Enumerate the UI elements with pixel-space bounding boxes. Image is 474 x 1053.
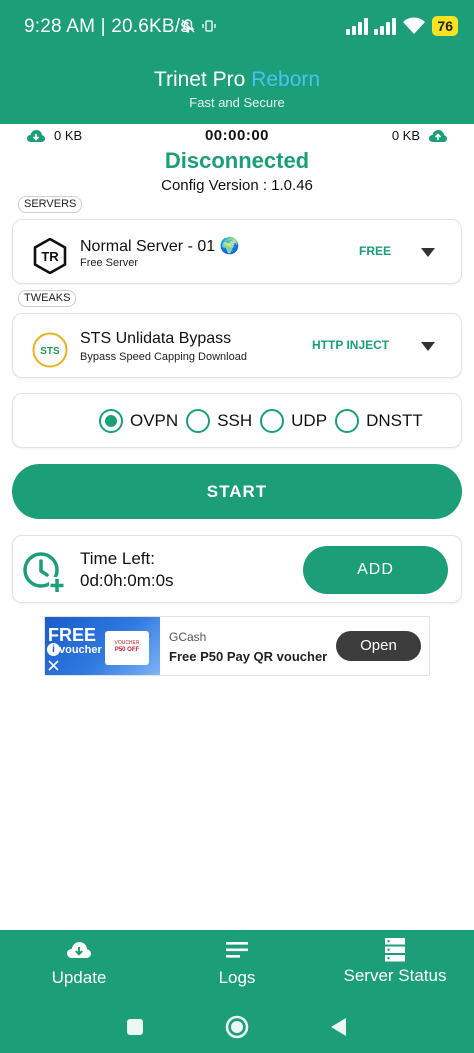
tweak-logo-text: STS bbox=[40, 346, 60, 357]
radio-udp[interactable]: UDP bbox=[260, 409, 327, 433]
start-button[interactable]: START bbox=[12, 464, 462, 519]
bottom-nav: Update Logs Server Status bbox=[0, 930, 474, 1053]
server-tag: FREE bbox=[359, 244, 392, 258]
app-header: 9:28 AM | 20.6KB/s 76 Trinet Pro Reborn … bbox=[0, 0, 474, 124]
radio-unselected-icon[interactable] bbox=[186, 409, 211, 433]
chevron-down-icon[interactable] bbox=[421, 342, 435, 351]
status-icons: 76 bbox=[346, 14, 458, 38]
ad-voucher-graphic: VOUCHER P50 OFF bbox=[105, 631, 149, 665]
protocol-radio-group: OVPN SSH UDP DNSTT bbox=[99, 409, 431, 433]
traffic-row: 0 KB 00:00:00 0 KB bbox=[0, 124, 474, 148]
ad-headline: Free P50 Pay QR voucher bbox=[169, 649, 328, 664]
servers-section-label: SERVERS bbox=[18, 196, 83, 213]
ad-image-voucher-text: voucher bbox=[59, 644, 102, 656]
time-left-card: Time Left: 0d:0h:0m:0s ADD bbox=[12, 535, 462, 603]
status-bar: 9:28 AM | 20.6KB/s 76 bbox=[0, 0, 474, 52]
protocol-selector: OVPN SSH UDP DNSTT bbox=[12, 393, 462, 448]
server-subtitle: Free Server bbox=[80, 257, 139, 269]
radio-unselected-icon[interactable] bbox=[335, 409, 360, 433]
ad-voucher-line1: VOUCHER bbox=[114, 640, 140, 646]
tweak-selector[interactable]: STS STS Unlidata Bypass Bypass Speed Cap… bbox=[12, 313, 462, 378]
tweak-logo-icon: STS bbox=[32, 332, 68, 368]
nav-label: Logs bbox=[218, 968, 256, 987]
time-left-value: 0d:0h:0m:0s bbox=[80, 571, 174, 590]
app-title-highlight: Reborn bbox=[251, 68, 321, 91]
nav-update[interactable]: Update bbox=[0, 938, 158, 998]
app-title-main: Trinet Pro bbox=[153, 68, 246, 91]
server-icon bbox=[385, 938, 405, 962]
app-subtitle: Fast and Secure bbox=[189, 95, 285, 110]
ad-voucher-line2: P50 OFF bbox=[114, 647, 140, 653]
tweak-subtitle: Bypass Speed Capping Download bbox=[80, 351, 247, 363]
radio-ovpn[interactable]: OVPN bbox=[99, 409, 178, 433]
cloud-upload-icon bbox=[429, 130, 447, 142]
vibrate-icon bbox=[202, 20, 216, 32]
battery-icon: 76 bbox=[432, 16, 458, 36]
status-time-speed: 9:28 AM | 20.6KB/s bbox=[24, 16, 190, 37]
upload-amount: 0 KB bbox=[391, 128, 420, 143]
radio-label: OVPN bbox=[130, 411, 179, 430]
add-time-button[interactable]: ADD bbox=[303, 546, 448, 594]
radio-label: DNSTT bbox=[366, 411, 423, 430]
ad-image-free-text: FREE bbox=[48, 625, 97, 645]
tweak-tag: HTTP INJECT bbox=[312, 338, 390, 352]
time-left-label: Time Left: bbox=[80, 549, 155, 568]
ad-open-button[interactable]: Open bbox=[336, 631, 421, 661]
home-button[interactable] bbox=[222, 1012, 252, 1042]
wifi-icon bbox=[403, 17, 426, 34]
ad-brand: GCash bbox=[169, 630, 207, 644]
radio-label: UDP bbox=[291, 411, 328, 430]
system-navigation bbox=[0, 1012, 474, 1042]
server-name: Normal Server - 01 🌍 bbox=[80, 238, 240, 255]
mute-icon bbox=[181, 19, 195, 33]
tweak-name: STS Unlidata Bypass bbox=[80, 330, 232, 347]
ad-info-icon[interactable]: i bbox=[47, 643, 60, 656]
nav-server-status[interactable]: Server Status bbox=[316, 938, 474, 998]
radio-ssh[interactable]: SSH bbox=[186, 409, 252, 433]
signal-icon bbox=[374, 17, 397, 35]
nav-label: Server Status bbox=[343, 966, 447, 985]
back-button[interactable] bbox=[324, 1012, 354, 1042]
ad-banner[interactable]: FREE voucher VOUCHER P50 OFF i GCash Fre… bbox=[44, 616, 430, 676]
config-version: Config Version : 1.0.46 bbox=[161, 177, 313, 194]
radio-unselected-icon[interactable] bbox=[260, 409, 285, 433]
radio-label: SSH bbox=[217, 411, 253, 430]
app-title: Trinet Pro Reborn bbox=[0, 68, 474, 92]
ad-image[interactable]: FREE voucher VOUCHER P50 OFF i bbox=[45, 617, 160, 675]
nav-label: Update bbox=[51, 968, 107, 987]
chevron-down-icon[interactable] bbox=[421, 248, 435, 257]
signal-icon bbox=[346, 17, 369, 35]
radio-dnstt[interactable]: DNSTT bbox=[335, 409, 423, 433]
logs-icon bbox=[226, 942, 248, 958]
recents-button[interactable] bbox=[120, 1012, 150, 1042]
cloud-download-icon bbox=[67, 942, 91, 958]
ad-close-icon[interactable] bbox=[47, 659, 60, 672]
clock-add-icon bbox=[23, 552, 65, 593]
nav-logs[interactable]: Logs bbox=[158, 938, 316, 998]
server-logo-text: TR bbox=[41, 249, 59, 264]
tweaks-section-label: TWEAKS bbox=[18, 290, 77, 307]
server-logo-icon: TR bbox=[33, 238, 67, 274]
server-selector[interactable]: TR Normal Server - 01 🌍 Free Server FREE bbox=[12, 219, 462, 284]
radio-selected-icon[interactable] bbox=[99, 409, 123, 433]
app-screen: 9:28 AM | 20.6KB/s 76 Trinet Pro Reborn … bbox=[0, 0, 474, 1053]
connection-status: Disconnected bbox=[164, 148, 310, 173]
